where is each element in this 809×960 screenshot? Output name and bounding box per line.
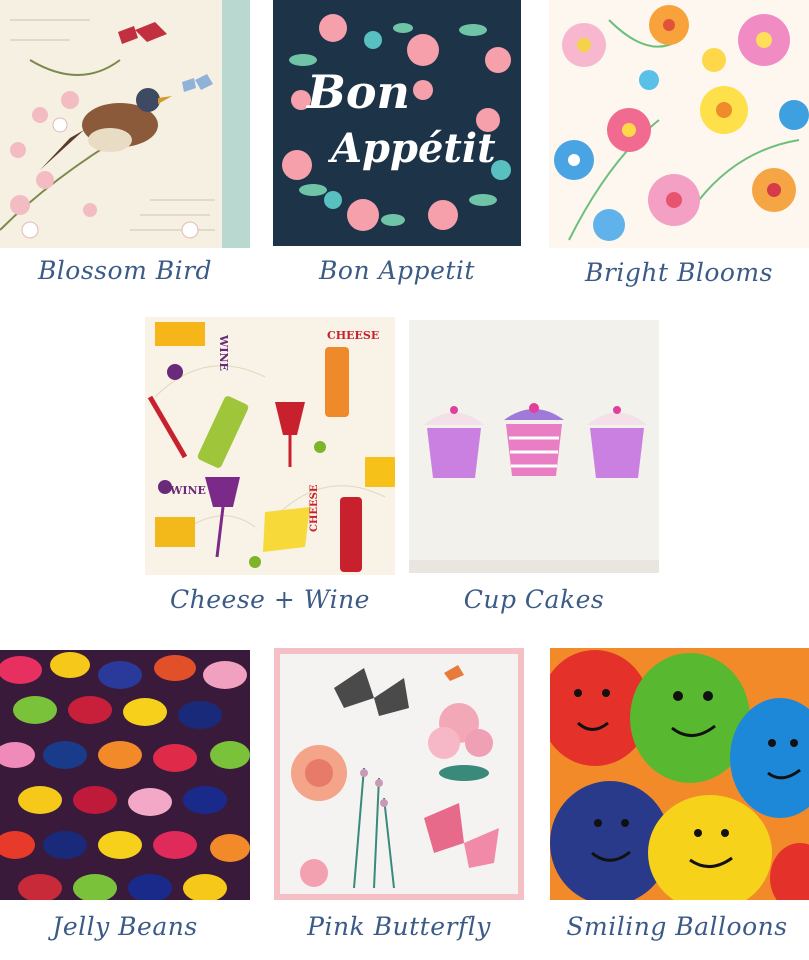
bon-appetit-caption[interactable]: Bon Appetit [273, 256, 521, 285]
bright-blooms-caption[interactable]: Bright Blooms [549, 258, 809, 287]
pink-butterfly-artwork [274, 648, 524, 900]
smiling-balloons-napkin[interactable] [550, 648, 809, 900]
bon-appetit-napkin[interactable]: Bon Appétit [273, 0, 521, 246]
jelly-beans-napkin[interactable] [0, 650, 250, 900]
blossom-bird-artwork [0, 0, 250, 248]
bright-blooms-artwork [549, 0, 809, 248]
wine-artwork-text-2: WINE [169, 484, 206, 497]
pink-butterfly-caption[interactable]: Pink Butterfly [274, 912, 524, 941]
cup-cakes-napkin[interactable] [409, 320, 659, 573]
cheese-artwork-text-2: CHEESE [309, 484, 320, 532]
cup-cakes-caption[interactable]: Cup Cakes [409, 585, 659, 614]
smiling-balloons-artwork [550, 648, 809, 900]
bon-appetit-artwork: Bon Appétit [273, 0, 521, 246]
cheese-artwork-text-1: CHEESE [327, 329, 379, 342]
bon-artwork-text: Bon [305, 65, 410, 119]
pink-butterfly-napkin[interactable] [274, 648, 524, 900]
wine-artwork-text-1: WINE [217, 334, 230, 371]
cheese-wine-napkin[interactable]: WINE CHEESE WINE CHEESE [145, 317, 395, 575]
jelly-beans-artwork [0, 650, 250, 900]
blossom-bird-caption[interactable]: Blossom Bird [0, 256, 250, 285]
bright-blooms-napkin[interactable] [549, 0, 809, 248]
cheese-wine-artwork: WINE CHEESE WINE CHEESE [145, 317, 395, 575]
cup-cakes-artwork [409, 320, 659, 573]
jelly-beans-caption[interactable]: Jelly Beans [0, 912, 250, 941]
cheese-wine-caption[interactable]: Cheese + Wine [145, 585, 395, 614]
blossom-bird-napkin[interactable] [0, 0, 250, 248]
smiling-balloons-caption[interactable]: Smiling Balloons [545, 912, 809, 941]
appetit-artwork-text: Appétit [327, 125, 496, 172]
